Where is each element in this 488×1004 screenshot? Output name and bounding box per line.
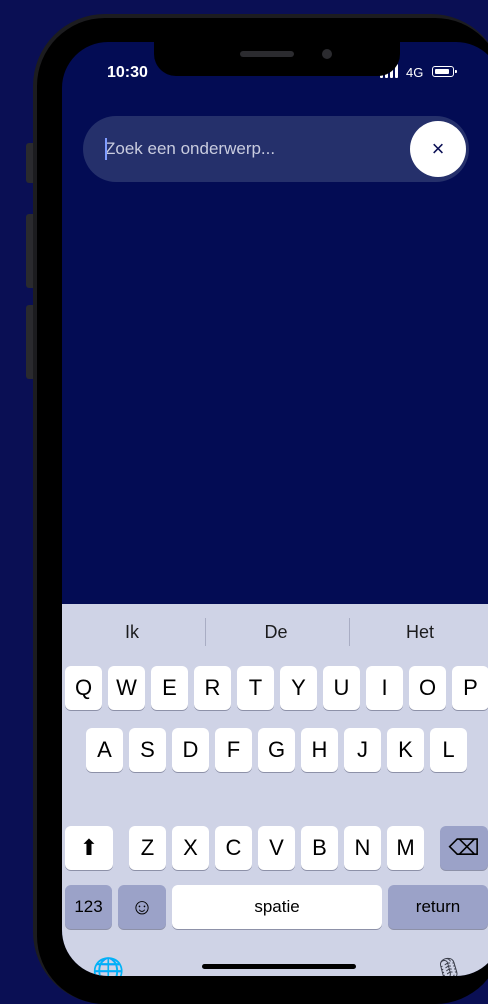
key-c[interactable]: C [215, 826, 252, 870]
emoji-key[interactable]: ☺ [118, 885, 166, 929]
status-time: 10:30 [107, 64, 148, 81]
close-icon: × [431, 136, 445, 161]
key-b[interactable]: B [301, 826, 338, 870]
globe-icon[interactable]: 🌐 [92, 956, 124, 976]
key-l[interactable]: L [430, 728, 467, 772]
key-j[interactable]: J [344, 728, 381, 772]
key-i[interactable]: I [366, 666, 403, 710]
key-u[interactable]: U [323, 666, 360, 710]
key-a[interactable]: A [86, 728, 123, 772]
key-k[interactable]: K [387, 728, 424, 772]
microphone-icon[interactable]: 🎙 [432, 956, 465, 976]
text-cursor [105, 138, 107, 160]
key-g[interactable]: G [258, 728, 295, 772]
keyboard: Ik De Het Q W E R T Y U I O P A S D F G … [62, 604, 488, 976]
delete-key[interactable]: ⌫ [440, 826, 488, 870]
space-key[interactable]: spatie [172, 885, 382, 929]
return-key[interactable]: return [388, 885, 488, 929]
key-e[interactable]: E [151, 666, 188, 710]
clear-search-button[interactable]: × [410, 121, 466, 177]
numbers-key[interactable]: 123 [65, 885, 112, 929]
camera-icon [322, 49, 332, 59]
search-bar: × [83, 116, 469, 182]
key-w[interactable]: W [108, 666, 145, 710]
speaker-grille [240, 51, 294, 57]
key-z[interactable]: Z [129, 826, 166, 870]
suggestion-3[interactable]: Het [350, 622, 488, 643]
suggestion-bar: Ik De Het [62, 604, 488, 662]
key-x[interactable]: X [172, 826, 209, 870]
key-r[interactable]: R [194, 666, 231, 710]
key-t[interactable]: T [237, 666, 274, 710]
key-q[interactable]: Q [65, 666, 102, 710]
shift-key[interactable]: ⬆ [65, 826, 113, 870]
key-h[interactable]: H [301, 728, 338, 772]
key-o[interactable]: O [409, 666, 446, 710]
delete-icon: ⌫ [448, 835, 480, 860]
key-d[interactable]: D [172, 728, 209, 772]
search-input[interactable] [105, 134, 405, 164]
key-s[interactable]: S [129, 728, 166, 772]
battery-icon [432, 66, 457, 77]
shift-icon: ⬆ [79, 835, 99, 860]
suggestion-1[interactable]: Ik [62, 622, 202, 643]
screen: 10:30 4G × Ik De Het Q W E R T Y U I O P [62, 42, 488, 976]
network-type: 4G [406, 65, 424, 80]
key-p[interactable]: P [452, 666, 488, 710]
home-indicator [202, 964, 356, 969]
key-y[interactable]: Y [280, 666, 317, 710]
key-v[interactable]: V [258, 826, 295, 870]
key-f[interactable]: F [215, 728, 252, 772]
emoji-icon: ☺ [130, 894, 154, 919]
key-n[interactable]: N [344, 826, 381, 870]
key-m[interactable]: M [387, 826, 424, 870]
suggestion-2[interactable]: De [206, 622, 346, 643]
notch [154, 42, 400, 76]
